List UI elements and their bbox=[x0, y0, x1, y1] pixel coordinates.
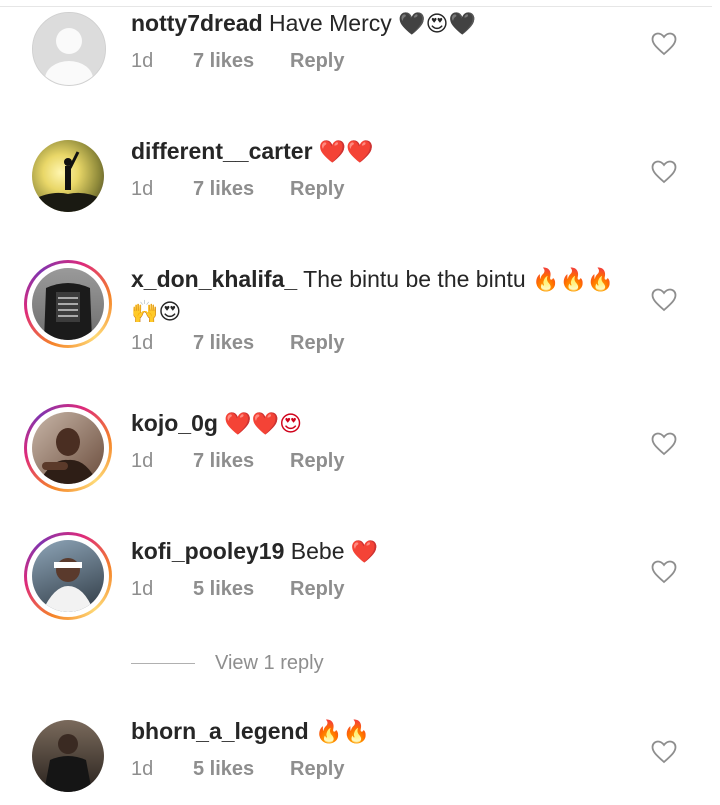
comment-text: different__carter ❤️❤️ bbox=[131, 136, 631, 168]
comment-likes[interactable]: 7 likes bbox=[193, 332, 254, 355]
reply-button[interactable]: Reply bbox=[290, 758, 344, 781]
comment-text: bhorn_a_legend 🔥🔥 bbox=[131, 716, 631, 748]
comment-emoji: 🔥🔥🔥 bbox=[532, 268, 615, 293]
avatar[interactable] bbox=[24, 532, 112, 620]
heart-outline-icon[interactable] bbox=[651, 740, 677, 764]
comment-emoji: ❤️❤️😍 bbox=[224, 412, 303, 437]
reply-button[interactable]: Reply bbox=[290, 178, 344, 201]
heart-outline-icon[interactable] bbox=[651, 160, 677, 184]
comment-time: 1d bbox=[131, 578, 154, 600]
comment-emoji-line2: 🙌😍 bbox=[131, 300, 182, 325]
avatar-photo bbox=[44, 283, 92, 340]
avatar[interactable] bbox=[24, 132, 112, 220]
comment-text: notty7dread Have Mercy 🖤😍🖤 bbox=[131, 8, 631, 40]
avatar[interactable] bbox=[24, 404, 112, 492]
comment-emoji: ❤️ bbox=[350, 540, 379, 565]
comment-emoji: 🔥🔥 bbox=[315, 720, 370, 745]
comment-time: 1d bbox=[131, 50, 154, 72]
avatar[interactable] bbox=[24, 260, 112, 348]
reply-button[interactable]: Reply bbox=[290, 332, 344, 355]
avatar[interactable] bbox=[24, 4, 112, 92]
avatar-photo bbox=[42, 558, 94, 612]
comment-username[interactable]: kofi_pooley19 bbox=[131, 538, 284, 564]
comment-likes[interactable]: 7 likes bbox=[193, 50, 254, 73]
heart-outline-icon[interactable] bbox=[651, 288, 677, 312]
comment-text: kojo_0g ❤️❤️😍 bbox=[131, 408, 631, 440]
reply-button[interactable]: Reply bbox=[290, 578, 344, 601]
comment-username[interactable]: different__carter bbox=[131, 138, 313, 164]
comment-body: Bebe bbox=[290, 538, 345, 564]
comment-body: The bintu be the bintu bbox=[303, 266, 526, 292]
comment-time: 1d bbox=[131, 178, 154, 200]
reply-button[interactable]: Reply bbox=[290, 450, 344, 473]
comment-time: 1d bbox=[131, 450, 154, 472]
comment-likes[interactable]: 7 likes bbox=[193, 178, 254, 201]
comment-text: kofi_pooley19 Bebe ❤️ bbox=[131, 536, 631, 568]
default-avatar-icon bbox=[33, 13, 105, 85]
comment-username[interactable]: kojo_0g bbox=[131, 410, 218, 436]
view-replies-label[interactable]: View 1 reply bbox=[215, 652, 324, 675]
comment-body: Have Mercy bbox=[269, 10, 392, 36]
comment-emoji: 🖤😍🖤 bbox=[398, 12, 476, 37]
avatar-photo bbox=[44, 734, 92, 792]
heart-outline-icon[interactable] bbox=[651, 32, 677, 56]
comment-username[interactable]: notty7dread bbox=[131, 10, 263, 36]
comment-text: x_don_khalifa_ The bintu be the bintu 🔥🔥… bbox=[131, 264, 631, 328]
avatar-photo bbox=[32, 151, 104, 212]
heart-outline-icon[interactable] bbox=[651, 432, 677, 456]
reply-button[interactable]: Reply bbox=[290, 50, 344, 73]
comment-likes[interactable]: 7 likes bbox=[193, 450, 254, 473]
comment-time: 1d bbox=[131, 332, 154, 354]
comment-time: 1d bbox=[131, 758, 154, 780]
comment-username[interactable]: x_don_khalifa_ bbox=[131, 266, 297, 292]
avatar[interactable] bbox=[24, 712, 112, 800]
avatar-photo bbox=[38, 428, 98, 484]
comment-username[interactable]: bhorn_a_legend bbox=[131, 718, 309, 744]
heart-outline-icon[interactable] bbox=[651, 560, 677, 584]
comment-likes[interactable]: 5 likes bbox=[193, 758, 254, 781]
view-replies-divider bbox=[131, 663, 195, 664]
comment-likes[interactable]: 5 likes bbox=[193, 578, 254, 601]
comment-emoji: ❤️❤️ bbox=[318, 140, 374, 165]
